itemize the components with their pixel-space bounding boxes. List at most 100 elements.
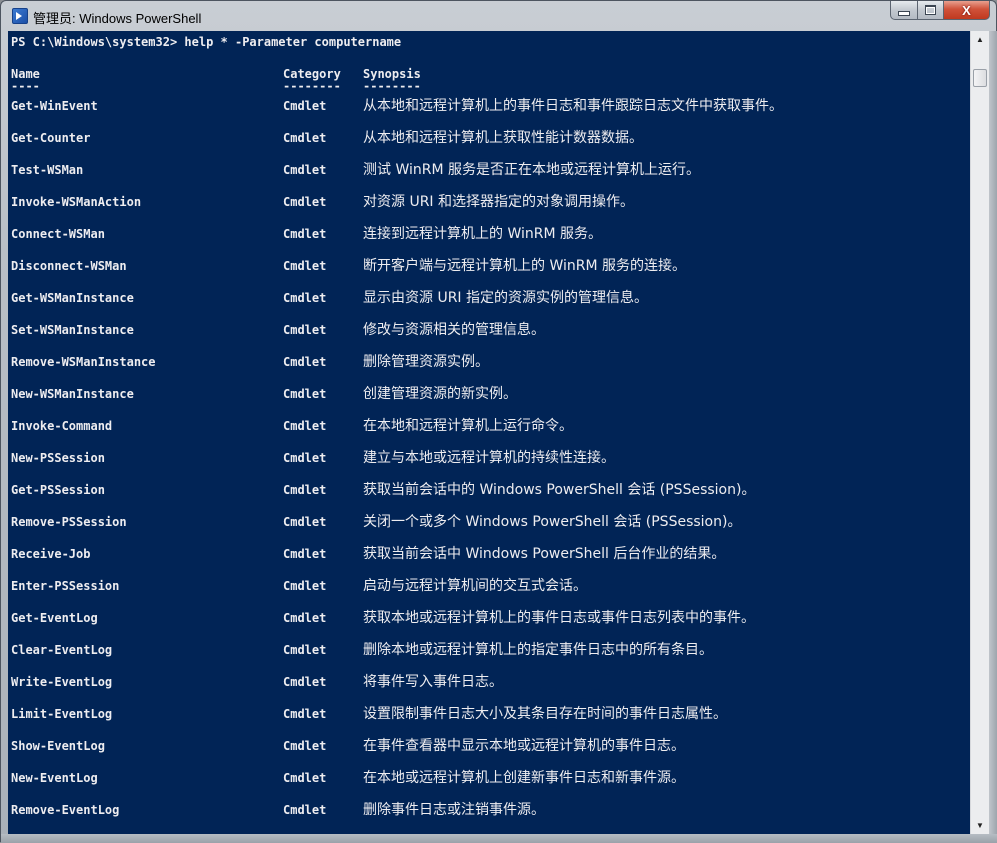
table-row: Get-EventLog Cmdlet 获取本地或远程计算机上的事件日志或事件日志列… [8, 610, 968, 626]
row-category: Cmdlet [283, 547, 327, 561]
vertical-scrollbar[interactable]: ▲ ▼ [970, 31, 989, 834]
row-synopsis: 修改与资源相关的管理信息。 [363, 322, 545, 338]
row-category: Cmdlet [283, 739, 327, 753]
row-synopsis: 启动与远程计算机间的交互式会话。 [363, 578, 587, 594]
row-name: Get-PSSession [11, 483, 105, 497]
row-category: Cmdlet [283, 515, 327, 529]
row-synopsis: 在事件查看器中显示本地或远程计算机的事件日志。 [363, 738, 685, 754]
table-row: Get-Counter Cmdlet 从本地和远程计算机上获取性能计数器数据。 [8, 130, 968, 146]
window-frame-right[interactable] [989, 31, 997, 843]
row-synopsis: 删除事件日志或注销事件源。 [363, 802, 545, 818]
row-synopsis: 创建管理资源的新实例。 [363, 386, 517, 402]
table-row: Show-EventLog Cmdlet 在事件查看器中显示本地或远程计算机的事件日… [8, 738, 968, 754]
row-category: Cmdlet [283, 579, 327, 593]
table-row: Clear-EventLog Cmdlet 删除本地或远程计算机上的指定事件日志中的… [8, 642, 968, 658]
row-name: New-PSSession [11, 451, 105, 465]
row-name: Invoke-Command [11, 419, 113, 433]
minimize-button[interactable] [890, 1, 918, 20]
window-title: 管理员: Windows PowerShell [33, 11, 202, 26]
row-synopsis: 建立与本地或远程计算机的持续性连接。 [363, 450, 615, 466]
row-name: New-WSManInstance [11, 387, 134, 401]
row-synopsis: 删除管理资源实例。 [363, 354, 489, 370]
table-row: Invoke-Command Cmdlet 在本地和远程计算机上运行命令。 [8, 418, 968, 434]
row-category: Cmdlet [283, 163, 327, 177]
table-row: Get-WinEvent Cmdlet 从本地和远程计算机上的事件日志和事件跟踪日志… [8, 98, 968, 114]
minimize-icon [898, 10, 910, 16]
powershell-window: 管理员: Windows PowerShell X PS C:\Windows\… [0, 0, 997, 843]
row-synopsis: 显示由资源 URI 指定的资源实例的管理信息。 [363, 290, 649, 306]
maximize-icon [925, 5, 936, 15]
table-row: New-WSManInstance Cmdlet 创建管理资源的新实例。 [8, 386, 968, 402]
row-name: Show-EventLog [11, 739, 105, 753]
row-name: Invoke-WSManAction [11, 195, 142, 209]
table-row: Enter-PSSession Cmdlet 启动与远程计算机间的交互式会话。 [8, 578, 968, 594]
row-name: Enter-PSSession [11, 579, 120, 593]
table-row: Remove-PSSession Cmdlet 关闭一个或多个 Windows Po… [8, 514, 968, 530]
row-name: Get-WinEvent [11, 99, 98, 113]
table-row: New-EventLog Cmdlet 在本地或远程计算机上创建新事件日志和新事件源… [8, 770, 968, 786]
row-category: Cmdlet [283, 355, 327, 369]
row-name: Disconnect-WSMan [11, 259, 127, 273]
close-button[interactable]: X [944, 1, 990, 20]
arrow-up-icon: ▲ [976, 35, 984, 44]
table-row: Remove-EventLog Cmdlet 删除事件日志或注销事件源。 [8, 802, 968, 818]
console-output[interactable]: PS C:\Windows\system32> help * -Paramete… [8, 31, 970, 834]
row-synopsis: 删除本地或远程计算机上的指定事件日志中的所有条目。 [363, 642, 713, 658]
row-category: Cmdlet [283, 323, 327, 337]
underline-name: ---- [11, 79, 40, 93]
row-category: Cmdlet [283, 643, 327, 657]
table-row: Invoke-WSManAction Cmdlet 对资源 URI 和选择器指定的对… [8, 194, 968, 210]
table-row: New-PSSession Cmdlet 建立与本地或远程计算机的持续性连接。 [8, 450, 968, 466]
row-synopsis: 获取当前会话中的 Windows PowerShell 会话 (PSSessio… [363, 482, 756, 498]
row-category: Cmdlet [283, 707, 327, 721]
row-category: Cmdlet [283, 387, 327, 401]
powershell-icon[interactable] [12, 8, 28, 24]
title-bar[interactable]: 管理员: Windows PowerShell X [1, 1, 996, 31]
row-name: Receive-Job [11, 547, 91, 561]
arrow-down-icon: ▼ [976, 821, 984, 830]
table-row: Disconnect-WSMan Cmdlet 断开客户端与远程计算机上的 WinR… [8, 258, 968, 274]
scroll-down-button[interactable]: ▼ [971, 817, 989, 834]
row-category: Cmdlet [283, 803, 327, 817]
row-name: Limit-EventLog [11, 707, 113, 721]
command-prompt: PS C:\Windows\system32> help * -Paramete… [11, 35, 402, 49]
row-synopsis: 连接到远程计算机上的 WinRM 服务。 [363, 226, 603, 242]
scroll-up-button[interactable]: ▲ [971, 31, 989, 48]
row-synopsis: 对资源 URI 和选择器指定的对象调用操作。 [363, 194, 635, 210]
row-category: Cmdlet [283, 131, 327, 145]
row-category: Cmdlet [283, 675, 327, 689]
row-category: Cmdlet [283, 99, 327, 113]
row-category: Cmdlet [283, 291, 327, 305]
scrollbar-thumb[interactable] [973, 69, 987, 87]
row-name: Set-WSManInstance [11, 323, 134, 337]
table-row: Remove-WSManInstance Cmdlet 删除管理资源实例。 [8, 354, 968, 370]
row-name: New-EventLog [11, 771, 98, 785]
close-icon: X [962, 2, 971, 18]
table-row: Connect-WSMan Cmdlet 连接到远程计算机上的 WinRM 服务。 [8, 226, 968, 242]
row-synopsis: 从本地和远程计算机上的事件日志和事件跟踪日志文件中获取事件。 [363, 98, 783, 114]
row-category: Cmdlet [283, 483, 327, 497]
row-name: Test-WSMan [11, 163, 84, 177]
row-name: Write-EventLog [11, 675, 113, 689]
table-row: Write-EventLog Cmdlet 将事件写入事件日志。 [8, 674, 968, 690]
table-row: Test-WSMan Cmdlet 测试 WinRM 服务是否正在本地或远程计算机上… [8, 162, 968, 178]
row-name: Remove-WSManInstance [11, 355, 156, 369]
row-name: Get-WSManInstance [11, 291, 134, 305]
table-row: Limit-EventLog Cmdlet 设置限制事件日志大小及其条目存在时间的事… [8, 706, 968, 722]
row-synopsis: 获取本地或远程计算机上的事件日志或事件日志列表中的事件。 [363, 610, 755, 626]
row-name: Get-Counter [11, 131, 91, 145]
row-category: Cmdlet [283, 771, 327, 785]
table-row: Get-WSManInstance Cmdlet 显示由资源 URI 指定的资源实例… [8, 290, 968, 306]
caption-buttons: X [890, 1, 990, 21]
row-synopsis: 将事件写入事件日志。 [363, 674, 503, 690]
row-category: Cmdlet [283, 195, 327, 209]
row-name: Remove-PSSession [11, 515, 127, 529]
row-synopsis: 设置限制事件日志大小及其条目存在时间的事件日志属性。 [363, 706, 727, 722]
underline-category: -------- [283, 79, 341, 93]
row-synopsis: 在本地或远程计算机上创建新事件日志和新事件源。 [363, 770, 685, 786]
row-synopsis: 断开客户端与远程计算机上的 WinRM 服务的连接。 [363, 258, 687, 274]
row-name: Remove-EventLog [11, 803, 120, 817]
header-underline: ---- -------- -------- [8, 78, 968, 94]
maximize-button[interactable] [918, 1, 944, 20]
row-synopsis: 测试 WinRM 服务是否正在本地或远程计算机上运行。 [363, 162, 701, 178]
